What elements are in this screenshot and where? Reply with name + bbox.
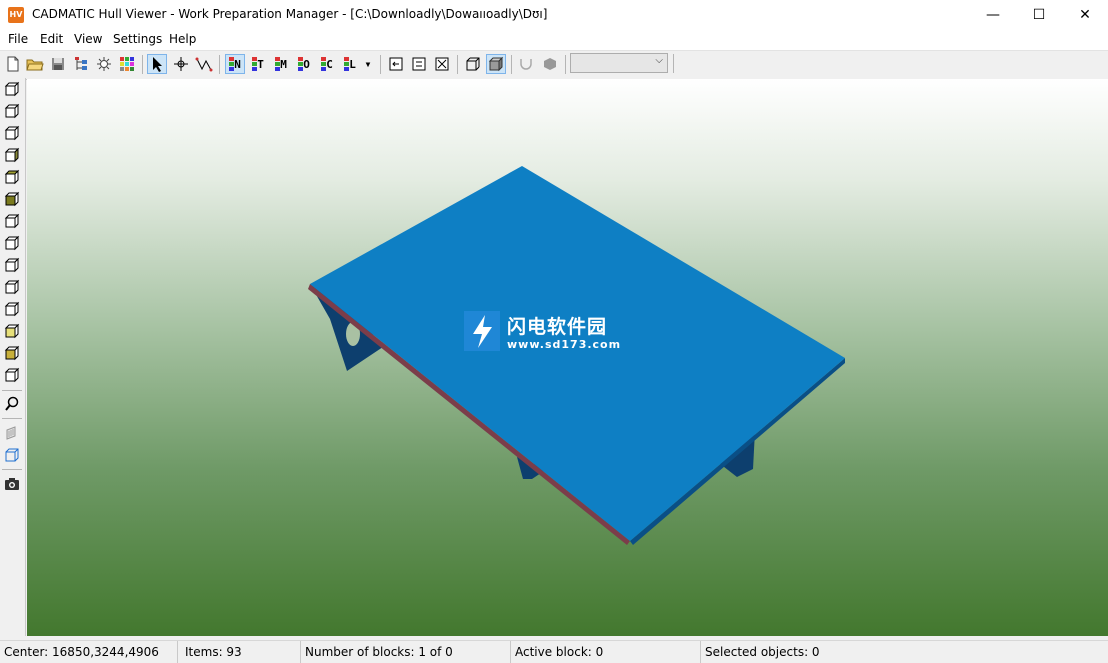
chevron-down-icon: ⌵ <box>655 55 663 66</box>
view-mode-n-button[interactable]: N <box>225 54 245 74</box>
save-icon[interactable] <box>48 54 68 74</box>
color-palette-icon[interactable] <box>117 54 137 74</box>
light-icon[interactable] <box>94 54 114 74</box>
measure-icon[interactable] <box>194 54 214 74</box>
status-blocks: Number of blocks: 1 of 0 <box>301 641 511 663</box>
shaded-box-icon[interactable] <box>486 54 506 74</box>
main-toolbar: N T M O C L ▾ <box>0 50 1108 80</box>
view-cube-iso7-icon[interactable] <box>3 344 21 362</box>
view-mode-dropdown-button[interactable]: ▾ <box>360 54 376 74</box>
view-cube-right-icon[interactable] <box>3 146 21 164</box>
menu-file[interactable]: File <box>8 32 28 46</box>
watermark-url: www.sd173.com <box>507 338 622 351</box>
status-bar: Center: 16850,3244,4906 Items: 93 Number… <box>0 640 1108 663</box>
tree-structure-icon[interactable] <box>71 54 91 74</box>
view-cube-iso6-icon[interactable] <box>3 322 21 340</box>
toolbar-separator <box>142 55 143 74</box>
clip-box-icon[interactable] <box>3 446 21 464</box>
view-cube-iso5-icon[interactable] <box>3 300 21 318</box>
toolbar-separator <box>511 55 512 74</box>
fit-extents-icon[interactable] <box>432 54 452 74</box>
title-bar: HV CADMATIC Hull Viewer - Work Preparati… <box>0 0 1108 30</box>
view-mode-m-button[interactable]: M <box>271 54 291 74</box>
toolbar-separator <box>2 390 22 391</box>
hull-outline-icon[interactable] <box>516 54 536 74</box>
open-folder-icon[interactable] <box>25 54 45 74</box>
view-mode-t-button[interactable]: T <box>248 54 268 74</box>
status-items: Items: 93 <box>181 641 301 663</box>
view-mode-l-button[interactable]: L <box>340 54 360 74</box>
window-title: CADMATIC Hull Viewer - Work Preparation … <box>32 7 548 21</box>
toolbar-separator <box>2 418 22 419</box>
view-mode-o-button[interactable]: O <box>294 54 314 74</box>
wireframe-box-icon[interactable] <box>463 54 483 74</box>
view-cube-front-icon[interactable] <box>3 80 21 98</box>
zoom-icon[interactable] <box>3 395 21 413</box>
view-cube-iso4-icon[interactable] <box>3 278 21 296</box>
menu-view[interactable]: View <box>74 32 102 46</box>
camera-icon[interactable] <box>3 475 21 493</box>
menu-settings[interactable]: Settings <box>113 32 162 46</box>
view-cube-iso8-icon[interactable] <box>3 366 21 384</box>
view-cube-top-icon[interactable] <box>3 168 21 186</box>
view-cube-iso1-icon[interactable] <box>3 212 21 230</box>
toolbar-separator <box>457 55 458 74</box>
status-active-block: Active block: 0 <box>511 641 701 663</box>
toolbar-separator <box>565 55 566 74</box>
menu-bar: File Edit View Settings Help <box>0 30 1108 50</box>
close-button[interactable]: ✕ <box>1062 0 1108 30</box>
align-left-icon[interactable] <box>386 54 406 74</box>
block-selector-combo[interactable]: ⌵ <box>570 53 668 73</box>
pick-point-icon[interactable] <box>171 54 191 74</box>
menu-edit[interactable]: Edit <box>40 32 63 46</box>
watermark-logo-icon <box>464 311 500 351</box>
view-cube-bottom-icon[interactable] <box>3 190 21 208</box>
hull-solid-icon[interactable] <box>540 54 560 74</box>
app-icon: HV <box>8 7 24 23</box>
hull-block-model <box>308 166 845 545</box>
status-selected-objects: Selected objects: 0 <box>705 645 820 659</box>
minimize-button[interactable]: — <box>970 0 1016 30</box>
toolbar-separator <box>673 54 674 73</box>
view-cube-back-icon[interactable] <box>3 102 21 120</box>
maximize-button[interactable]: ☐ <box>1016 0 1062 30</box>
toolbar-separator <box>219 55 220 74</box>
toolbar-separator <box>380 55 381 74</box>
new-file-icon[interactable] <box>3 54 23 74</box>
model-viewport[interactable]: 闪电软件园 www.sd173.com <box>27 79 1108 636</box>
select-arrow-icon[interactable] <box>147 54 167 74</box>
view-mode-c-button[interactable]: C <box>317 54 337 74</box>
align-center-icon[interactable] <box>409 54 429 74</box>
watermark-text: 闪电软件园 <box>507 316 608 338</box>
section-plane-icon[interactable] <box>3 424 21 442</box>
view-toolbar <box>0 78 26 636</box>
view-cube-iso3-icon[interactable] <box>3 256 21 274</box>
menu-help[interactable]: Help <box>169 32 196 46</box>
toolbar-separator <box>2 469 22 470</box>
status-center: Center: 16850,3244,4906 <box>0 641 178 663</box>
view-cube-left-icon[interactable] <box>3 124 21 142</box>
view-cube-iso2-icon[interactable] <box>3 234 21 252</box>
